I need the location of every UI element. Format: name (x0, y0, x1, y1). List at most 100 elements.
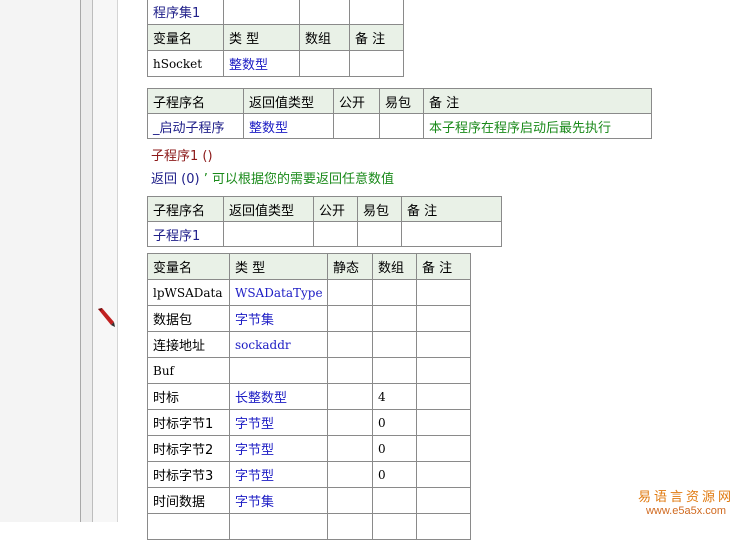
program-set-table: 程序集1 变量名 类 型 数组 备 注 hSocket 整数型 (147, 0, 404, 77)
program-set-name[interactable]: 程序集1 (147, 0, 224, 25)
col-public: 公开 (333, 88, 380, 114)
return-type-cell[interactable]: 整数型 (243, 113, 334, 139)
col-note: 备 注 (416, 253, 471, 280)
var-type-cell[interactable]: 字节型 (229, 435, 328, 462)
var-array-cell[interactable] (372, 487, 417, 514)
table-row[interactable]: _启动子程序 整数型 本子程序在程序启动后最先执行 (147, 113, 652, 139)
var-name-cell[interactable]: 时标字节2 (147, 435, 230, 462)
var-note-cell[interactable] (349, 50, 404, 77)
var-array-cell[interactable] (372, 331, 417, 358)
pencil-icon (98, 308, 115, 327)
return-type-cell[interactable] (223, 221, 314, 247)
var-array-cell[interactable] (299, 50, 350, 77)
var-name-cell[interactable]: 时标字节1 (147, 409, 230, 436)
var-type-cell[interactable]: 字节集 (229, 487, 328, 514)
code-line-sub-call[interactable]: 子程序1 () (151, 145, 213, 164)
col-var-name: 变量名 (147, 24, 224, 51)
var-static-cell[interactable] (327, 383, 373, 410)
var-type-cell[interactable]: 字节集 (229, 305, 328, 332)
col-sub-name: 子程序名 (147, 196, 224, 222)
public-cell[interactable] (313, 221, 358, 247)
var-name-cell[interactable]: 时标字节3 (147, 461, 230, 488)
table-row[interactable]: 时标字节1 字节型 0 (147, 409, 471, 436)
var-static-cell[interactable] (327, 305, 373, 332)
table-row[interactable]: 子程序1 (147, 221, 502, 247)
var-type-cell[interactable]: 字节型 (229, 409, 328, 436)
table-row[interactable]: 时标字节2 字节型 0 (147, 435, 471, 462)
table-row[interactable]: 连接地址 sockaddr (147, 331, 471, 358)
var-static-cell[interactable] (327, 435, 373, 462)
table-row[interactable]: 数据包 字节集 (147, 305, 471, 332)
table-row[interactable] (147, 513, 471, 540)
var-type-cell[interactable]: WSADataType (229, 279, 328, 306)
var-array-cell[interactable]: 4 (372, 383, 417, 410)
col-return-type: 返回值类型 (243, 88, 334, 114)
col-static: 静态 (327, 253, 373, 280)
col-sub-name: 子程序名 (147, 88, 244, 114)
var-array-cell[interactable] (372, 279, 417, 306)
table-row[interactable]: Buf (147, 357, 471, 384)
col-var-name: 变量名 (147, 253, 230, 280)
var-array-cell[interactable]: 0 (372, 435, 417, 462)
var-static-cell[interactable] (327, 331, 373, 358)
var-type-cell[interactable]: 字节型 (229, 461, 328, 488)
startup-sub-table: 子程序名 返回值类型 公开 易包 备 注 _启动子程序 整数型 本子程序在程序启… (147, 88, 652, 139)
var-note-cell[interactable] (416, 383, 471, 410)
var-name-cell[interactable]: hSocket (147, 50, 224, 77)
var-static-cell[interactable] (327, 279, 373, 306)
var-note-cell[interactable] (416, 487, 471, 514)
table-row[interactable]: lpWSAData WSADataType (147, 279, 471, 306)
sub-name-cell[interactable]: 子程序1 (147, 221, 224, 247)
note-cell[interactable]: 本子程序在程序启动后最先执行 (423, 113, 652, 139)
var-static-cell[interactable] (327, 461, 373, 488)
var-static-cell[interactable] (327, 357, 373, 384)
var-name-cell[interactable]: 数据包 (147, 305, 230, 332)
var-array-cell[interactable]: 0 (372, 409, 417, 436)
var-type-cell[interactable]: sockaddr (229, 331, 328, 358)
sub1-table: 子程序名 返回值类型 公开 易包 备 注 子程序1 (147, 196, 502, 247)
table-row[interactable]: 时标字节3 字节型 0 (147, 461, 471, 488)
table-row[interactable]: 时标 长整数型 4 (147, 383, 471, 410)
var-array-cell[interactable]: 0 (372, 461, 417, 488)
col-note: 备 注 (349, 24, 404, 51)
note-cell[interactable] (401, 221, 502, 247)
sub-name-cell[interactable]: _启动子程序 (147, 113, 244, 139)
var-name-cell[interactable]: 时间数据 (147, 487, 230, 514)
var-type-cell[interactable]: 长整数型 (229, 383, 328, 410)
col-epkg: 易包 (379, 88, 424, 114)
var-note-cell[interactable] (416, 357, 471, 384)
site-watermark: 易语言资源网 www.e5a5x.com (630, 486, 742, 517)
var-type-cell[interactable]: 整数型 (223, 50, 300, 77)
var-note-cell[interactable] (416, 461, 471, 488)
watermark-url: www.e5a5x.com (645, 505, 727, 517)
var-name-cell[interactable]: 连接地址 (147, 331, 230, 358)
table-row[interactable]: hSocket 整数型 (147, 50, 404, 77)
marker-gutter (93, 0, 117, 522)
var-note-cell[interactable] (416, 279, 471, 306)
col-array: 数组 (372, 253, 417, 280)
var-note-cell[interactable] (416, 331, 471, 358)
col-type: 类 型 (223, 24, 300, 51)
watermark-title: 易语言资源网 (637, 490, 734, 505)
var-note-cell[interactable] (416, 409, 471, 436)
line-number-gutter (0, 0, 80, 522)
local-vars-table: 变量名 类 型 静态 数组 备 注 lpWSAData WSADataType … (147, 253, 471, 540)
var-name-cell[interactable]: Buf (147, 357, 230, 384)
col-note: 备 注 (401, 196, 502, 222)
var-static-cell[interactable] (327, 409, 373, 436)
var-name-cell[interactable]: lpWSAData (147, 279, 230, 306)
var-array-cell[interactable] (372, 357, 417, 384)
code-line-return[interactable]: 返回 (0) ’ 可以根据您的需要返回任意数值 (151, 168, 394, 187)
epkg-cell[interactable] (357, 221, 402, 247)
var-array-cell[interactable] (372, 305, 417, 332)
public-cell[interactable] (333, 113, 380, 139)
var-type-cell[interactable] (229, 357, 328, 384)
var-note-cell[interactable] (416, 435, 471, 462)
col-note: 备 注 (423, 88, 652, 114)
col-return-type: 返回值类型 (223, 196, 314, 222)
table-row[interactable]: 时间数据 字节集 (147, 487, 471, 514)
var-note-cell[interactable] (416, 305, 471, 332)
epkg-cell[interactable] (379, 113, 424, 139)
var-static-cell[interactable] (327, 487, 373, 514)
var-name-cell[interactable]: 时标 (147, 383, 230, 410)
